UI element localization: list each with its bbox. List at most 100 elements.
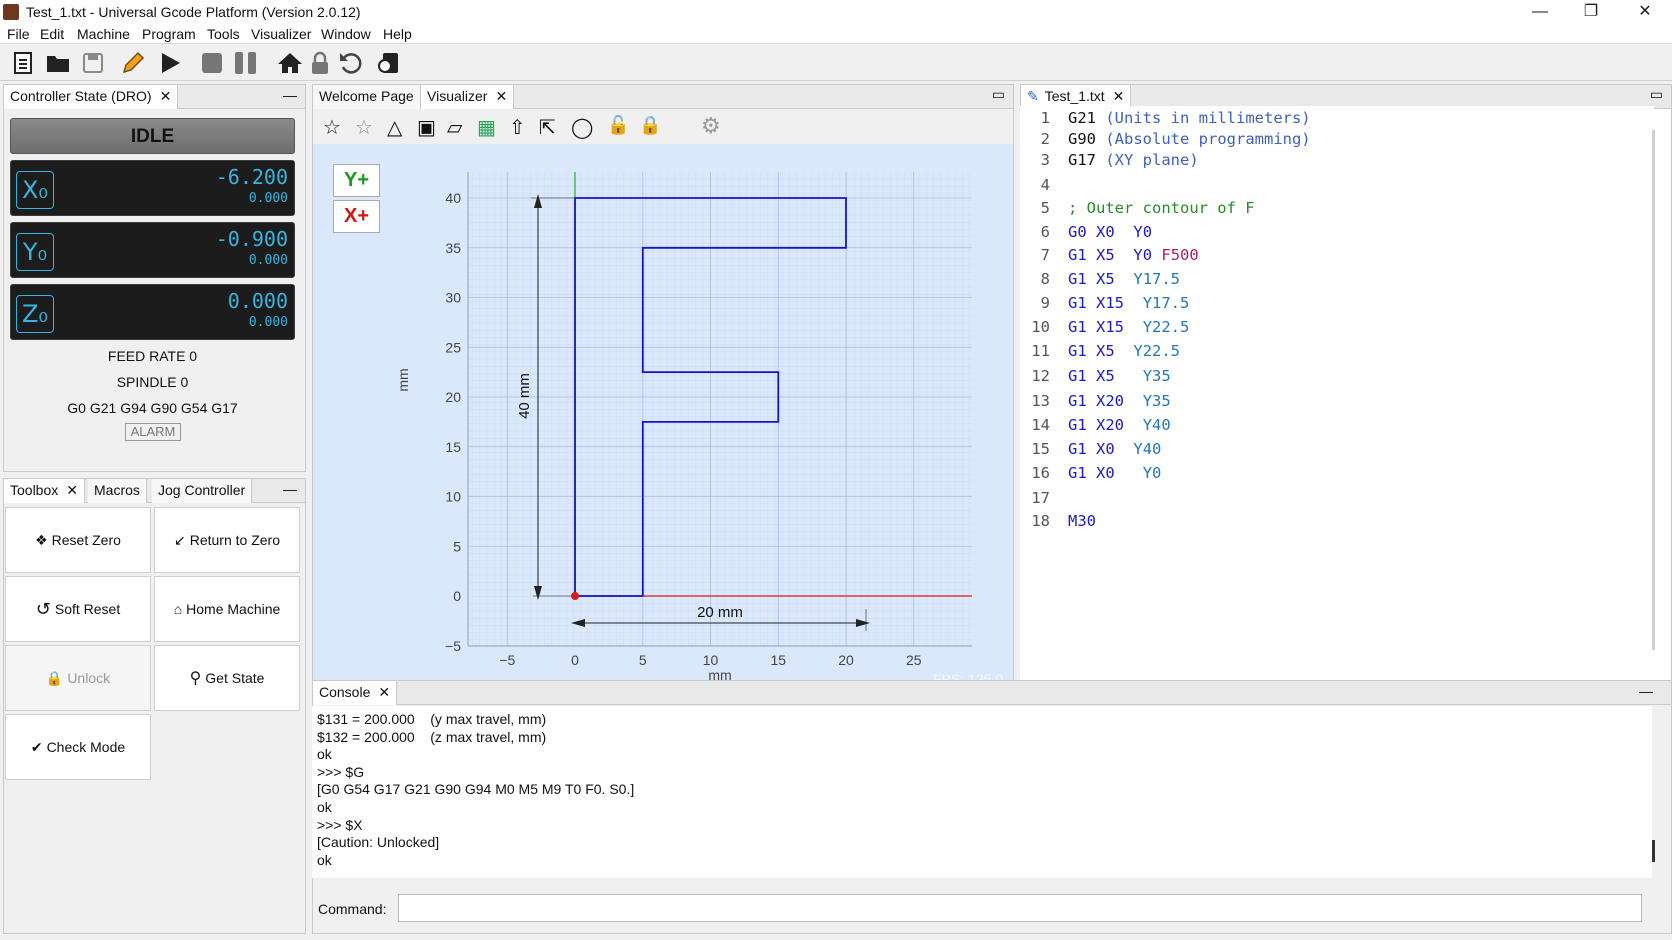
- view-zoom-icon[interactable]: ☆: [355, 115, 373, 140]
- command-input[interactable]: [398, 894, 1642, 922]
- stop-icon[interactable]: [198, 49, 226, 77]
- code-editor[interactable]: 1 G21 (Units in millimeters) 2 G90 (Absolut…: [1020, 106, 1654, 686]
- close-tab-icon[interactable]: ✕: [495, 88, 507, 104]
- code-token: G1: [1068, 294, 1087, 312]
- x-axis-button[interactable]: X₀: [16, 171, 54, 209]
- visualizer-canvas[interactable]: 40 mm 20 mm 40 35 30 25 20 15 10 5 0 −5 −5 0 5 10 15 2…: [313, 144, 1013, 689]
- tab-visualizer[interactable]: Visualizer ✕: [421, 85, 515, 109]
- menu-machine[interactable]: Machine: [77, 26, 130, 42]
- menu-tools[interactable]: Tools: [207, 26, 240, 42]
- console-scrollbar[interactable]: [1652, 840, 1655, 862]
- code-token: Y35: [1142, 367, 1171, 385]
- code-line: G1 X15 Y17.5: [1068, 294, 1189, 312]
- lock-view-icon[interactable]: 🔓: [607, 115, 629, 136]
- view-default-icon[interactable]: ☆: [323, 115, 341, 140]
- dim-vertical-label: 40 mm: [516, 373, 533, 419]
- reset-zero-button[interactable]: ❖ Reset Zero: [5, 507, 151, 573]
- z-axis-button[interactable]: Z₀: [16, 295, 54, 333]
- menu-visualizer[interactable]: Visualizer: [251, 26, 311, 42]
- open-folder-icon[interactable]: [44, 49, 72, 77]
- tab-macros[interactable]: Macros: [88, 479, 147, 503]
- soft-reset-button[interactable]: ↺ Soft Reset: [5, 576, 151, 642]
- view-left-icon[interactable]: ▱: [447, 115, 462, 140]
- console-output: $131 = 200.000 (y max travel, mm) $132 = …: [312, 706, 1652, 878]
- dro-tabbar: Controller State (DRO) ✕ —: [4, 85, 305, 109]
- menu-edit[interactable]: Edit: [40, 26, 64, 42]
- console-line: [G0 G54 G17 G21 G90 G94 M0 M5 M9 T0 F0. …: [317, 781, 635, 798]
- editor-scrollbar[interactable]: [1652, 130, 1655, 650]
- view-measure-icon[interactable]: ⇱: [539, 115, 556, 140]
- minimize-panel-icon[interactable]: —: [283, 481, 297, 497]
- view-right-icon[interactable]: ⇧: [509, 115, 526, 140]
- close-tab-icon[interactable]: ✕: [66, 482, 78, 498]
- tab-toolbox[interactable]: Toolbox ✕: [4, 479, 85, 503]
- z-work-position: 0.000: [227, 289, 288, 313]
- minimize-panel-icon[interactable]: —: [1639, 683, 1653, 699]
- close-tab-icon[interactable]: ✕: [1113, 88, 1125, 104]
- y-axis-button[interactable]: Y₀: [16, 233, 54, 271]
- view-x-plus-button[interactable]: X+: [333, 200, 380, 233]
- view-front-icon[interactable]: ▣: [417, 115, 436, 140]
- maximize-panel-icon[interactable]: ▭: [992, 86, 1005, 103]
- menu-program[interactable]: Program: [142, 26, 196, 42]
- get-state-button[interactable]: ⚲ Get State: [154, 645, 300, 711]
- edit-pencil-icon[interactable]: [119, 49, 147, 77]
- restore-icon[interactable]: ❐: [1568, 0, 1614, 25]
- code-token: X5: [1096, 342, 1115, 360]
- code-line: G90 (Absolute programming): [1068, 130, 1311, 148]
- close-icon[interactable]: ✕: [1622, 0, 1668, 25]
- lock-icon[interactable]: [306, 49, 334, 77]
- tab-jog-controller[interactable]: Jog Controller: [152, 479, 253, 503]
- console-line: ok: [317, 746, 332, 763]
- close-tab-icon[interactable]: ✕: [378, 684, 390, 700]
- return-to-zero-button[interactable]: ↙ Return to Zero: [154, 507, 300, 573]
- z-axis-readout: Z₀ 0.000 0.000: [10, 284, 295, 340]
- minimize-icon[interactable]: —: [1517, 0, 1563, 25]
- settings-gear-icon[interactable]: ⚙: [701, 113, 721, 139]
- minimize-panel-icon[interactable]: —: [283, 87, 297, 103]
- tab-console[interactable]: Console ✕: [313, 681, 398, 705]
- tab-dro[interactable]: Controller State (DRO) ✕: [4, 85, 179, 109]
- menu-file[interactable]: File: [7, 26, 30, 42]
- new-file-icon[interactable]: [9, 49, 37, 77]
- y-tick-label: 20: [445, 389, 461, 405]
- active-gcodes: G0 G21 G94 G90 G54 G17: [67, 400, 238, 416]
- maximize-panel-icon[interactable]: ▭: [1650, 86, 1663, 103]
- pause-icon[interactable]: [232, 49, 260, 77]
- menu-window[interactable]: Window: [321, 26, 371, 42]
- gcode-icon[interactable]: [376, 49, 404, 77]
- close-tab-icon[interactable]: ✕: [160, 88, 172, 104]
- view-top-icon[interactable]: △: [387, 115, 402, 140]
- reset-icon[interactable]: [337, 49, 365, 77]
- view-shield-icon[interactable]: ◯: [571, 115, 593, 140]
- code-line: G1 X0 Y0: [1068, 464, 1161, 482]
- view-iso-icon[interactable]: ▦: [477, 115, 496, 140]
- home-machine-button[interactable]: ⌂ Home Machine: [154, 576, 300, 642]
- command-row: Command:: [312, 886, 1652, 926]
- x-tick-label: 25: [906, 652, 922, 668]
- console-line: $131 = 200.000 (y max travel, mm): [317, 711, 547, 727]
- play-icon[interactable]: [156, 49, 184, 77]
- lock-icon[interactable]: 🔒: [639, 115, 661, 136]
- code-token: G0: [1068, 223, 1087, 241]
- z-machine-position: 0.000: [248, 315, 288, 330]
- code-line: G1 X20 Y35: [1068, 392, 1171, 410]
- x-tick-label: 15: [770, 652, 786, 668]
- code-token: X5: [1096, 246, 1115, 264]
- code-token: ; Outer contour of F: [1068, 199, 1255, 217]
- menu-help[interactable]: Help: [383, 26, 412, 42]
- x-work-position: -6.200: [215, 165, 288, 189]
- save-icon[interactable]: [79, 49, 107, 77]
- code-line: M30: [1068, 512, 1096, 530]
- unlock-button[interactable]: 🔒 Unlock: [5, 645, 151, 711]
- home-icon[interactable]: [276, 49, 304, 77]
- check-mode-button[interactable]: ✔ Check Mode: [5, 714, 151, 780]
- code-token: Y0: [1142, 464, 1162, 482]
- return-zero-icon: ↙: [174, 531, 186, 548]
- y-axis-readout: Y₀ -0.900 0.000: [10, 222, 295, 278]
- tab-welcome-page[interactable]: Welcome Page: [313, 85, 421, 109]
- view-y-plus-button[interactable]: Y+: [333, 164, 380, 197]
